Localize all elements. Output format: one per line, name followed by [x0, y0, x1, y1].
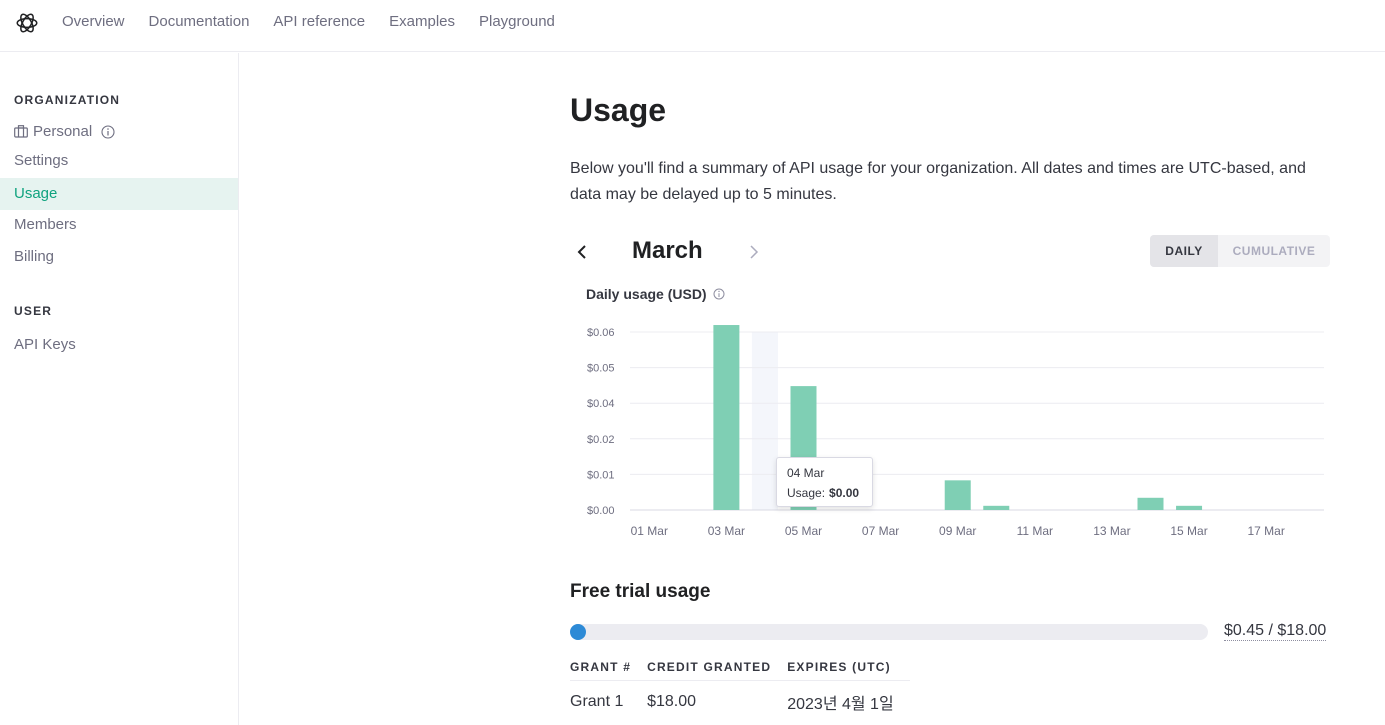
grants-header-expires: EXPIRES (UTC) — [787, 653, 910, 681]
top-navigation: Overview Documentation API reference Exa… — [0, 0, 1385, 52]
organization-section-label: ORGANIZATION — [14, 93, 121, 107]
tooltip-date: 04 Mar — [787, 466, 825, 480]
tooltip-row: Usage: $0.00 — [787, 486, 859, 500]
table-row: Grant 1 $18.00 2023년 4월 1일 — [570, 681, 910, 715]
chart-tooltip: 04 Mar Usage: $0.00 — [776, 457, 873, 507]
grants-header-row: GRANT # CREDIT GRANTED EXPIRES (UTC) — [570, 653, 910, 681]
sidebar-item-billing[interactable]: Billing — [0, 241, 238, 273]
nav-link-examples[interactable]: Examples — [389, 13, 455, 31]
grants-table: GRANT # CREDIT GRANTED EXPIRES (UTC) Gra… — [570, 653, 910, 714]
daily-usage-chart: $0.00 $0.01 $0.02 $0.04 $0.05 $0.06 01 Mar 03 M… — [587, 325, 1324, 538]
month-title: March — [632, 237, 703, 264]
sidebar-item-usage[interactable]: Usage — [0, 178, 238, 210]
daily-toggle-button[interactable]: DAILY — [1150, 235, 1218, 267]
info-icon[interactable] — [713, 288, 725, 300]
grant-credit: $18.00 — [647, 693, 697, 710]
hover-band — [751, 332, 778, 510]
bar — [1137, 497, 1164, 510]
nav-link-playground[interactable]: Playground — [479, 13, 555, 31]
chart-title-text: Daily usage (USD) — [586, 286, 707, 302]
nav-link-documentation[interactable]: Documentation — [149, 13, 250, 31]
grant-expires: 2023년 4월 1일 — [787, 696, 894, 713]
info-icon[interactable] — [101, 124, 115, 139]
free-trial-title: Free trial usage — [570, 581, 711, 602]
y-tick-label: $0.02 — [587, 434, 615, 446]
x-tick-label: 11 Mar — [1017, 524, 1053, 538]
bar — [983, 505, 1010, 510]
free-trial-progress-fill — [570, 624, 586, 640]
bar — [1176, 505, 1203, 510]
free-trial-progress-bar — [570, 624, 1208, 640]
nav-link-api-reference[interactable]: API reference — [273, 13, 365, 31]
x-tick-label: 03 Mar — [708, 524, 745, 538]
briefcase-icon — [14, 125, 28, 138]
month-navigator: March DAILY CUMULATIVE — [570, 235, 1330, 269]
sidebar-item-api-keys[interactable]: API Keys — [0, 329, 238, 361]
openai-logo-icon[interactable] — [14, 10, 40, 36]
x-tick-label: 07 Mar — [862, 524, 899, 538]
x-tick-label: 01 Mar — [631, 524, 668, 538]
x-tick-label: 09 Mar — [939, 524, 976, 538]
bar — [713, 325, 740, 510]
chart-title: Daily usage (USD) — [586, 286, 725, 302]
intro-text: Below you'll find a summary of API usage… — [570, 160, 1306, 203]
sidebar-item-settings[interactable]: Settings — [0, 145, 238, 177]
view-toggle: DAILY CUMULATIVE — [1150, 235, 1330, 267]
y-tick-label: $0.05 — [587, 363, 615, 375]
y-tick-label: $0.01 — [587, 469, 615, 481]
x-tick-label: 05 Mar — [785, 524, 822, 538]
grant-name: Grant 1 — [570, 693, 624, 710]
y-tick-label: $0.06 — [587, 327, 615, 339]
cumulative-toggle-button[interactable]: CUMULATIVE — [1218, 235, 1330, 267]
tooltip-value: $0.00 — [829, 486, 860, 500]
bar — [944, 480, 971, 510]
user-section-label: USER — [14, 304, 53, 318]
y-tick-label: $0.00 — [587, 505, 615, 517]
free-trial-amount[interactable]: $0.45 / $18.00 — [1224, 622, 1327, 641]
sidebar-item-members[interactable]: Members — [0, 209, 238, 241]
org-selector[interactable]: Personal — [14, 123, 120, 140]
nav-link-overview[interactable]: Overview — [62, 13, 125, 31]
grants-header-grant: GRANT # — [570, 653, 648, 681]
x-tick-label: 13 Mar — [1093, 524, 1130, 538]
x-tick-label: 17 Mar — [1247, 524, 1284, 538]
grants-header-credit: CREDIT GRANTED — [647, 653, 788, 681]
sidebar: ORGANIZATION Personal Settings Usage Mem… — [0, 53, 239, 725]
org-name: Personal — [33, 123, 93, 140]
chevron-right-icon[interactable] — [746, 243, 762, 261]
chevron-left-icon[interactable] — [574, 243, 590, 261]
page-title: Usage — [570, 92, 667, 128]
tooltip-label: Usage: — [787, 486, 826, 500]
y-tick-label: $0.04 — [587, 398, 615, 410]
x-tick-label: 15 Mar — [1170, 524, 1207, 538]
